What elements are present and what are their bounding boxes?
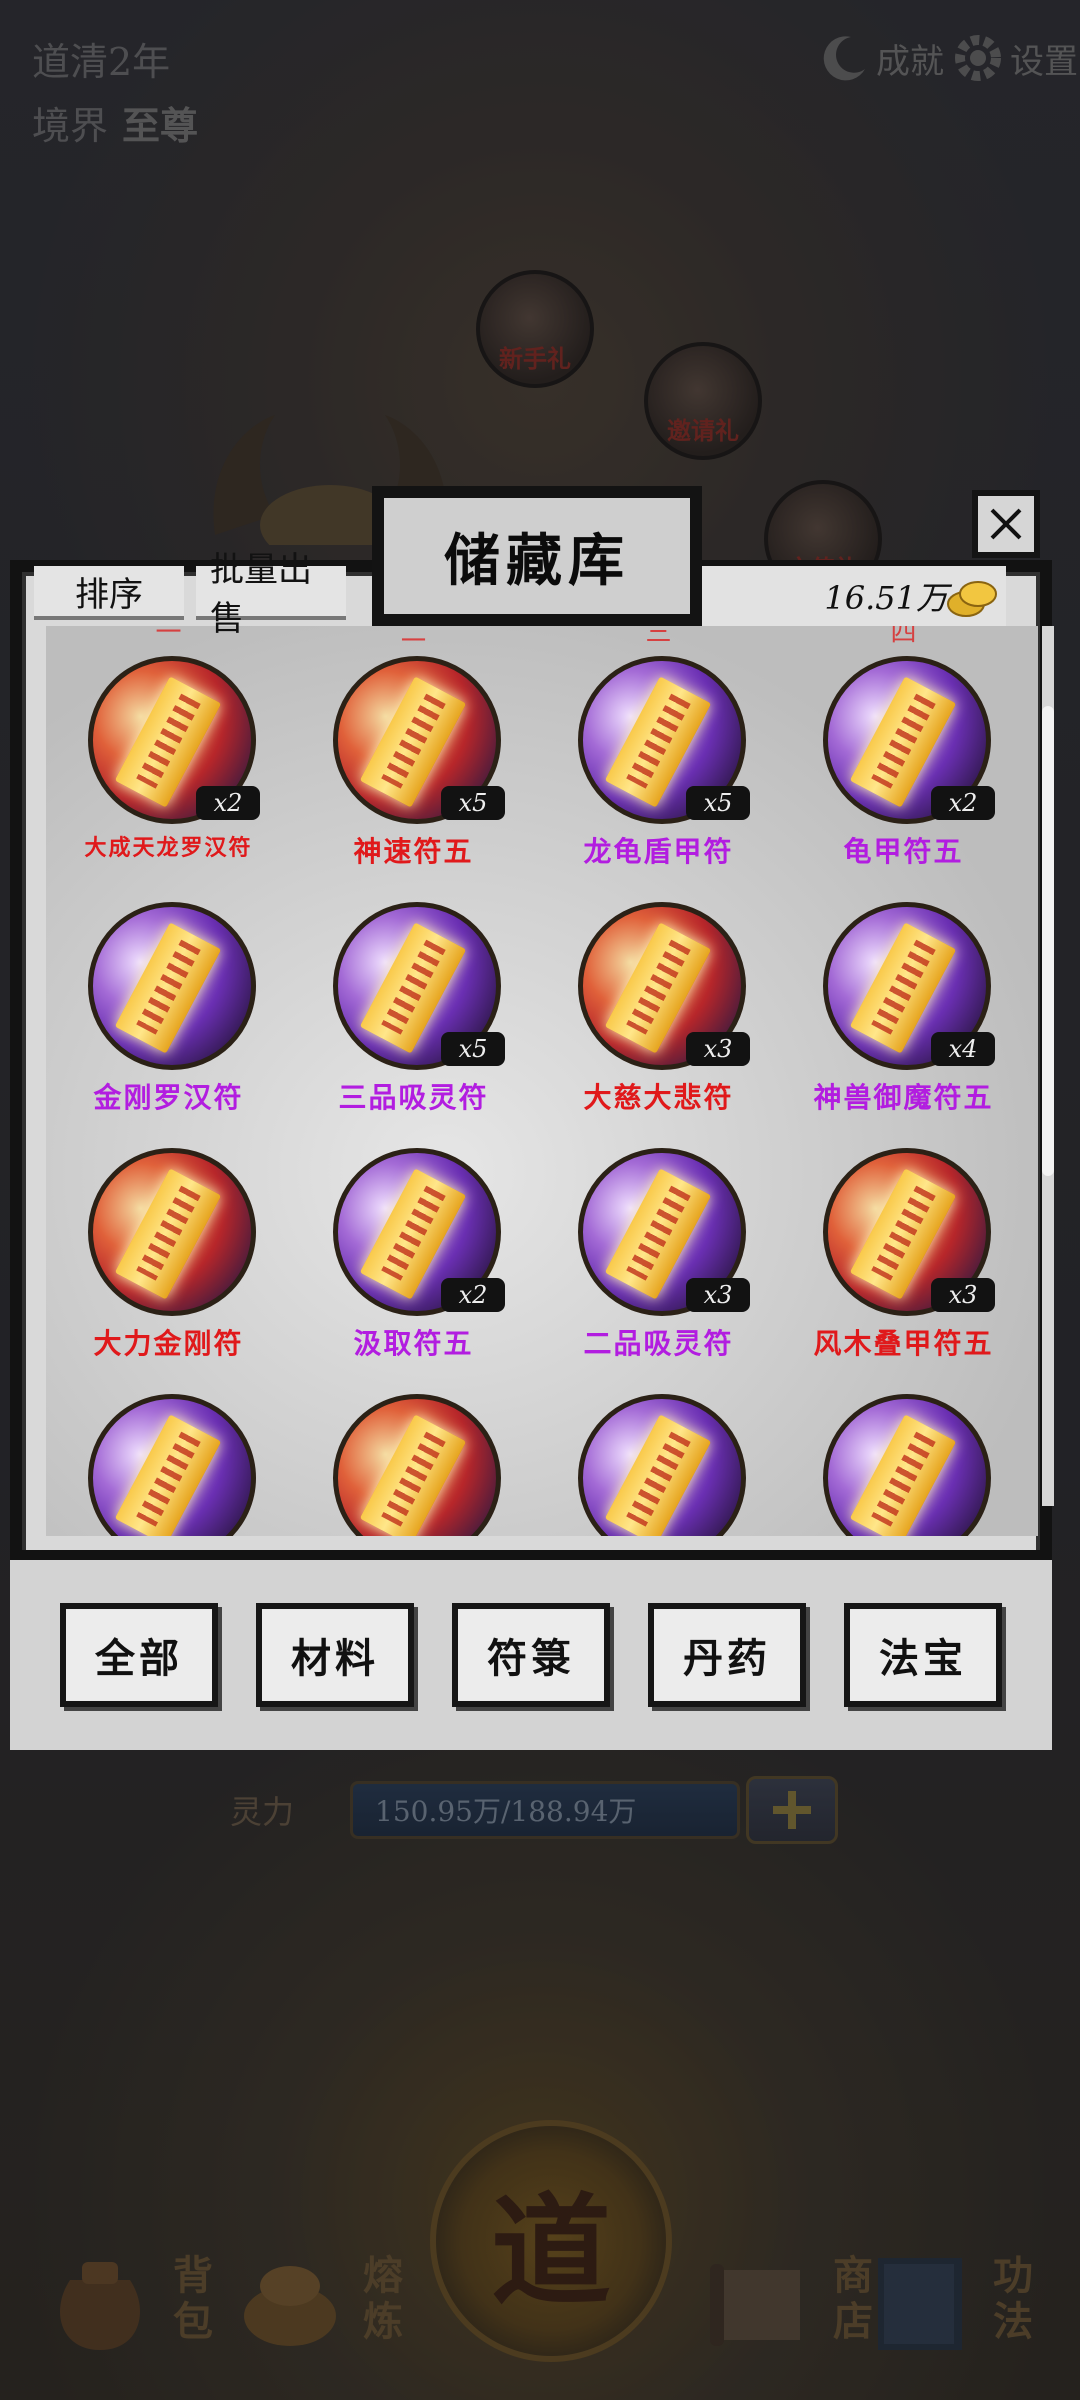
sort-button[interactable]: 排序 — [34, 566, 184, 620]
item-quantity-badge: x3 — [931, 1278, 995, 1312]
gold-coins-icon — [947, 581, 997, 617]
item-name: 金刚罗汉符 — [93, 1081, 244, 1114]
item-slot[interactable]: x5 神速符五 — [291, 648, 536, 868]
item-slot[interactable] — [536, 1386, 781, 1536]
item-slot[interactable]: x3 二品吸灵符 — [536, 1140, 781, 1360]
talisman-icon — [578, 1394, 746, 1536]
talisman-icon — [88, 902, 256, 1070]
talisman-paper-icon — [604, 1414, 712, 1536]
item-slot[interactable]: x2 大成天龙罗汉符 — [46, 648, 291, 866]
tab-materials[interactable]: 材料 — [256, 1603, 414, 1707]
item-quantity-badge: x4 — [931, 1032, 995, 1066]
category-tabs: 全部 材料 符箓 丹药 法宝 — [10, 1550, 1052, 1750]
item-grid-scroll[interactable]: 一 二 三 四 x2 大成天龙罗汉符 x5 神速符五 x5 龙龟盾甲符 x2 龟甲符五金刚罗汉… — [46, 626, 1038, 1536]
storage-dialog: 储藏库 排序 批量出售 16.51万 一 二 三 四 x2 大成天龙罗汉符 x5 神速… — [10, 486, 1054, 1750]
item-slot[interactable]: x4 神兽御魔符五 — [781, 894, 1026, 1114]
item-name: 二品吸灵符 — [583, 1327, 734, 1360]
item-name: 大成天龙罗汉符 — [84, 835, 253, 861]
tab-pills[interactable]: 丹药 — [648, 1603, 806, 1707]
item-quantity-badge: x2 — [931, 786, 995, 820]
talisman-icon — [823, 1394, 991, 1536]
item-quantity-badge: x3 — [686, 1032, 750, 1066]
talisman-icon — [333, 1394, 501, 1536]
item-slot[interactable] — [291, 1386, 536, 1536]
item-slot[interactable]: x5 三品吸灵符 — [291, 894, 536, 1114]
tab-talismans[interactable]: 符箓 — [452, 1603, 610, 1707]
currency-display: 16.51万 — [700, 566, 1006, 626]
item-quantity-badge: x5 — [441, 786, 505, 820]
item-slot[interactable]: 大力金刚符 — [46, 1140, 291, 1360]
tab-all[interactable]: 全部 — [60, 1603, 218, 1707]
item-name: 大慈大悲符 — [583, 1081, 734, 1114]
scrollbar[interactable] — [1042, 626, 1054, 1506]
talisman-paper-icon — [114, 1168, 222, 1300]
item-name: 大力金刚符 — [93, 1327, 244, 1360]
scrollbar-thumb[interactable] — [1042, 706, 1054, 1176]
clipped-name: 三 — [645, 626, 672, 648]
item-quantity-badge: x5 — [686, 786, 750, 820]
currency-value: 16.51万 — [824, 579, 948, 617]
item-quantity-badge: x3 — [686, 1278, 750, 1312]
close-button[interactable] — [972, 490, 1040, 558]
talisman-paper-icon — [849, 1414, 957, 1536]
talisman-paper-icon — [359, 1414, 467, 1536]
clipped-names-row: 一 二 三 四 — [46, 626, 1026, 650]
item-slot[interactable]: 金刚罗汉符 — [46, 894, 291, 1114]
item-grid: x2 大成天龙罗汉符 x5 神速符五 x5 龙龟盾甲符 x2 龟甲符五金刚罗汉符 x5 三品吸灵符… — [46, 648, 1026, 1536]
talisman-icon — [88, 1394, 256, 1536]
item-slot[interactable]: x5 龙龟盾甲符 — [536, 648, 781, 868]
talisman-paper-icon — [114, 922, 222, 1054]
dialog-toolbar: 排序 批量出售 — [34, 550, 346, 639]
clipped-name: 四 — [890, 626, 917, 648]
item-name: 神兽御魔符五 — [813, 1081, 994, 1114]
talisman-icon — [88, 1148, 256, 1316]
item-quantity-badge: x2 — [196, 786, 260, 820]
talisman-paper-icon — [114, 1414, 222, 1536]
item-slot[interactable]: x2 龟甲符五 — [781, 648, 1026, 868]
item-slot[interactable]: x2 汲取符五 — [291, 1140, 536, 1360]
item-name: 龙龟盾甲符 — [583, 835, 734, 868]
item-quantity-badge: x5 — [441, 1032, 505, 1066]
item-name: 神速符五 — [353, 835, 474, 868]
item-name: 龟甲符五 — [843, 835, 964, 868]
item-slot[interactable]: x3 风木叠甲符五 — [781, 1140, 1026, 1360]
close-icon — [990, 508, 1022, 540]
item-slot[interactable] — [781, 1386, 1026, 1536]
dialog-title: 储藏库 — [372, 486, 702, 626]
item-slot[interactable] — [46, 1386, 291, 1536]
item-name: 三品吸灵符 — [338, 1081, 489, 1114]
item-name: 汲取符五 — [353, 1327, 474, 1360]
bulk-sell-button[interactable]: 批量出售 — [196, 550, 346, 639]
item-name: 风木叠甲符五 — [813, 1327, 994, 1360]
item-slot[interactable]: x3 大慈大悲符 — [536, 894, 781, 1114]
item-quantity-badge: x2 — [441, 1278, 505, 1312]
tab-artifacts[interactable]: 法宝 — [844, 1603, 1002, 1707]
